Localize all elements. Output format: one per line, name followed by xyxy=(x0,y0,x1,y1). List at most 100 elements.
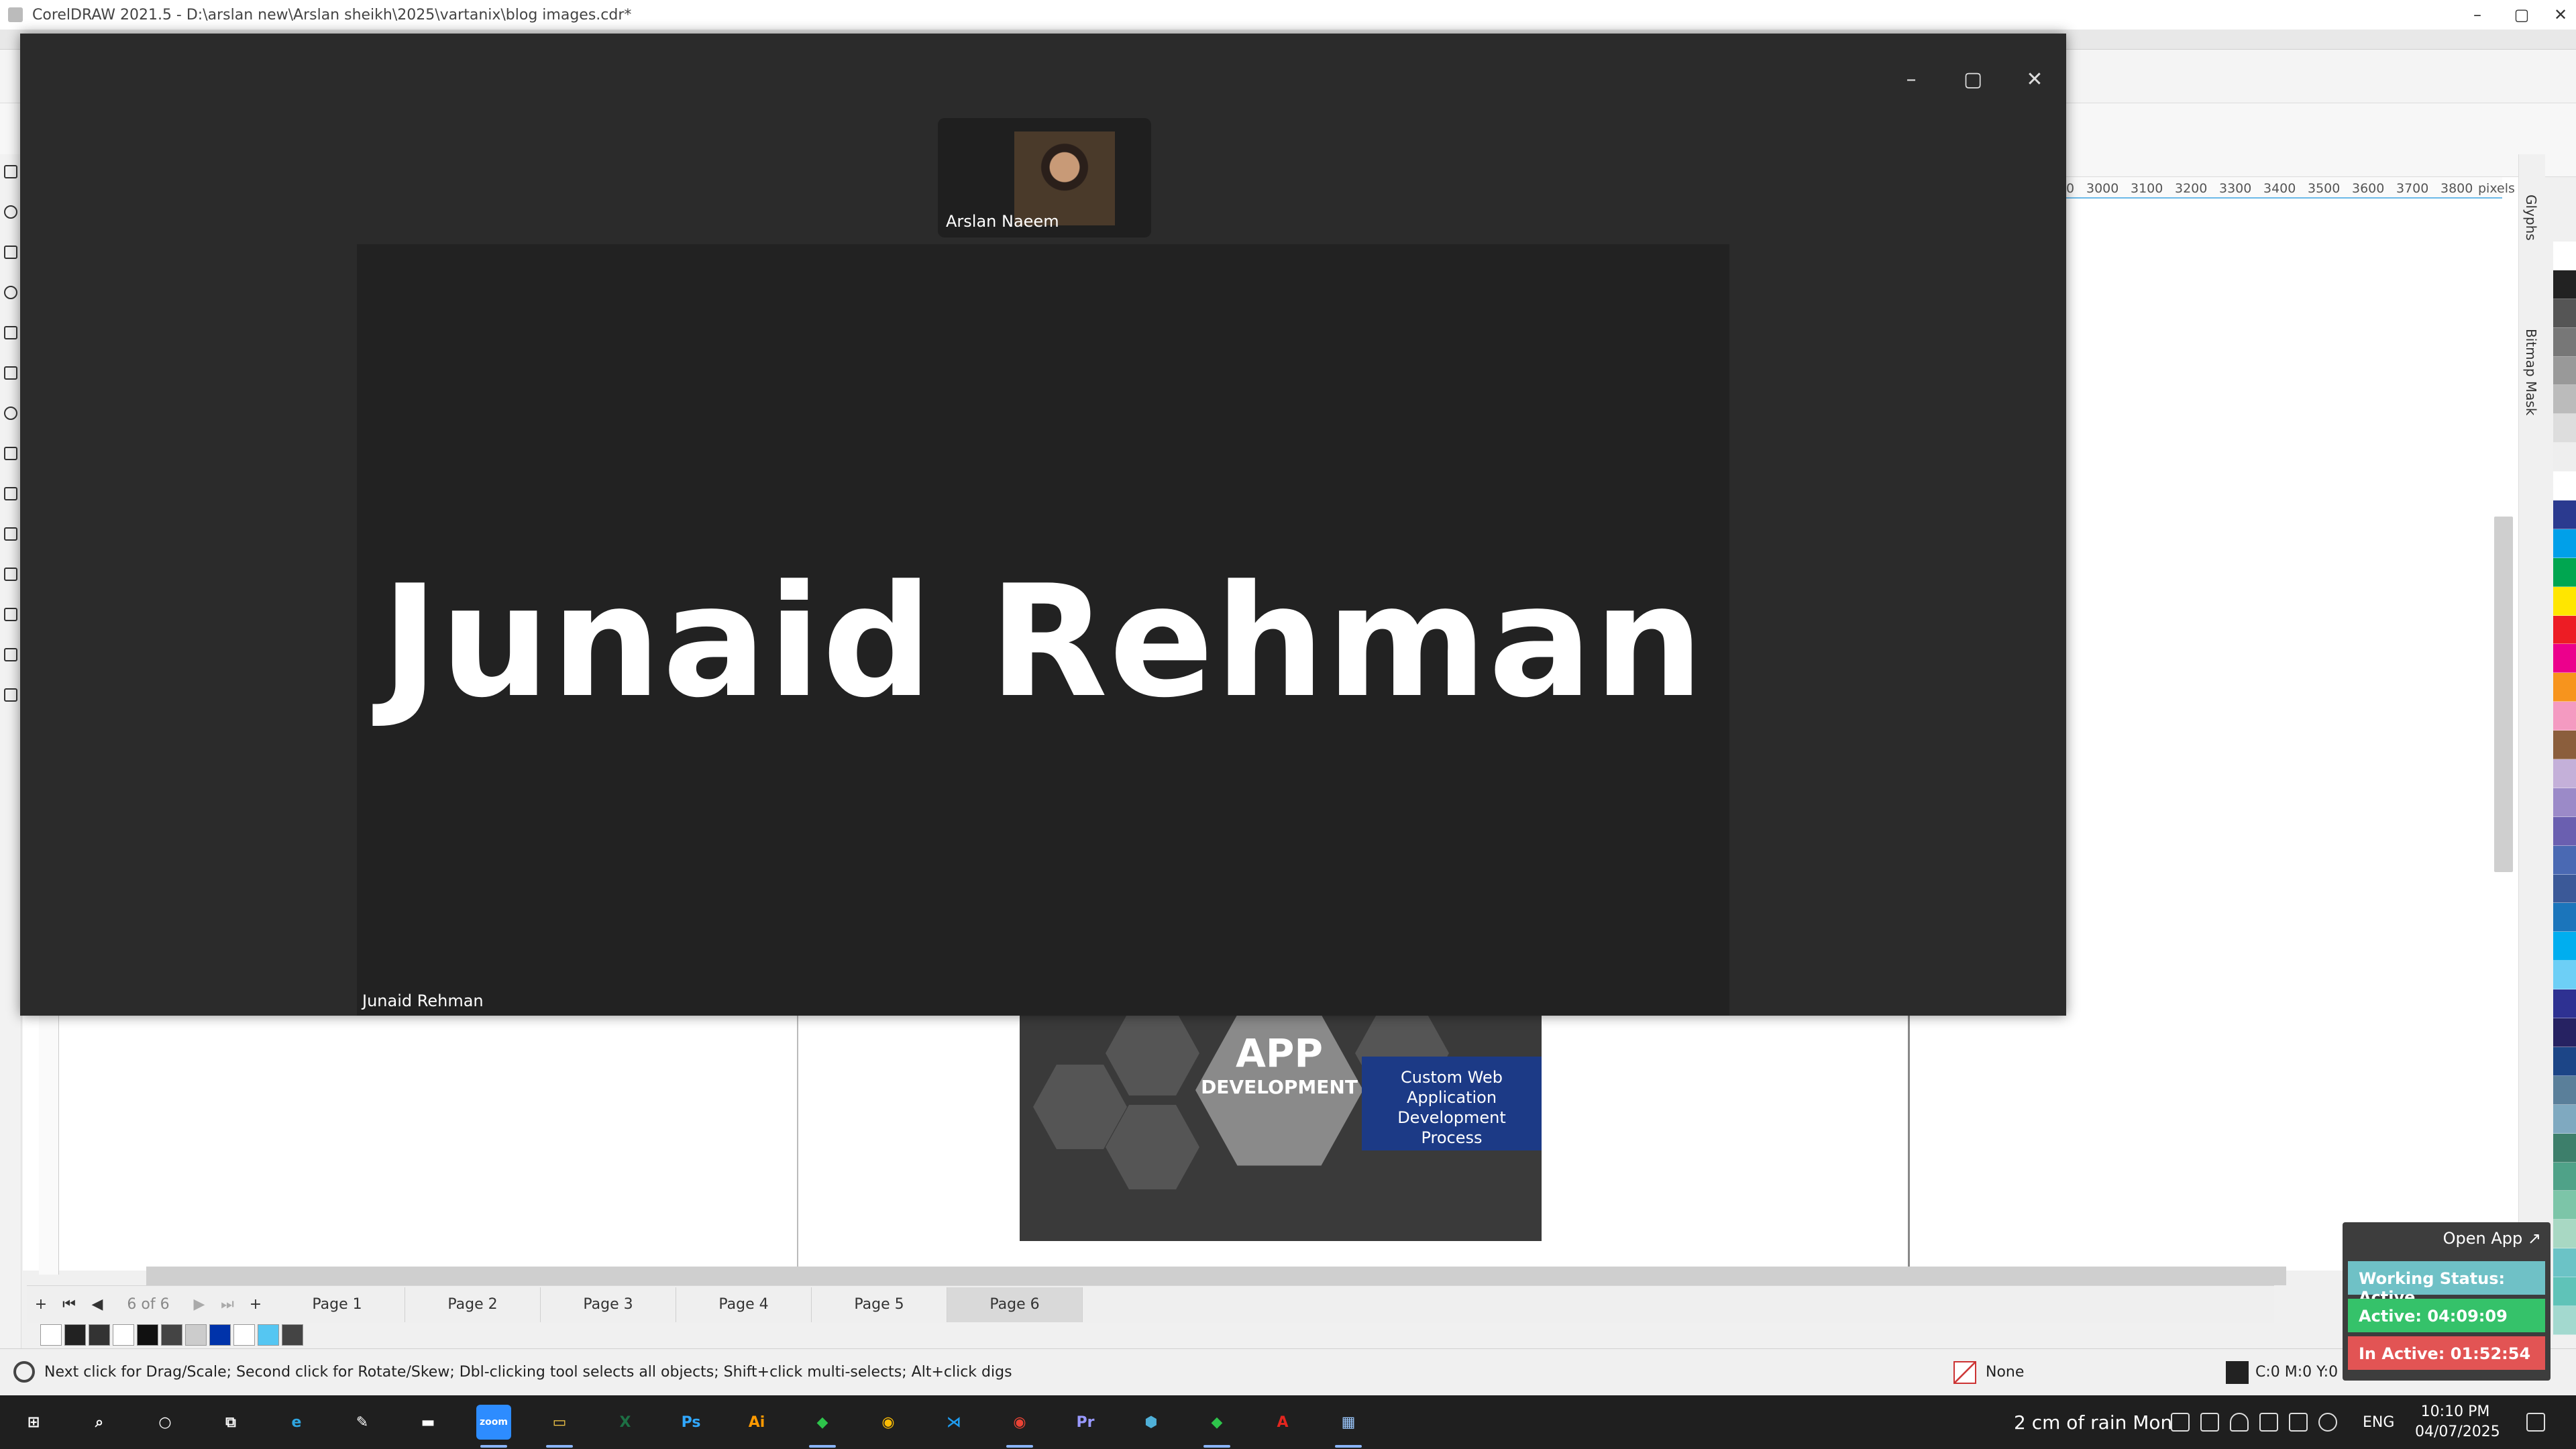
palette-swatch[interactable] xyxy=(2553,1046,2576,1076)
palette-swatch[interactable] xyxy=(2553,989,2576,1019)
gear-icon[interactable] xyxy=(13,1361,35,1383)
palette-swatch[interactable] xyxy=(2553,385,2576,415)
palette-swatch[interactable] xyxy=(2553,270,2576,299)
palette-swatch[interactable] xyxy=(2553,529,2576,558)
document-palette-swatch[interactable] xyxy=(209,1324,231,1346)
shadow-tool-icon[interactable] xyxy=(4,568,17,581)
document-palette-swatch[interactable] xyxy=(40,1324,62,1346)
chrome-profile-icon[interactable]: ◉ xyxy=(1002,1405,1037,1448)
palette-swatch[interactable] xyxy=(2553,1305,2576,1335)
document-palette-swatch[interactable] xyxy=(282,1324,303,1346)
palette-swatch[interactable] xyxy=(2553,788,2576,817)
zoom-close-button[interactable]: ✕ xyxy=(2011,59,2058,99)
palette-swatch[interactable] xyxy=(2553,759,2576,788)
document-palette-swatch[interactable] xyxy=(89,1324,110,1346)
connector-tool-icon[interactable] xyxy=(4,527,17,541)
document-palette-swatch[interactable] xyxy=(137,1324,158,1346)
coreldraw-icon[interactable]: ◆ xyxy=(805,1405,840,1448)
tab-page-1[interactable]: Page 1 xyxy=(270,1287,405,1322)
palette-swatch[interactable] xyxy=(2553,845,2576,875)
palette-swatch[interactable] xyxy=(2553,1018,2576,1047)
microphone-icon[interactable] xyxy=(2230,1413,2249,1432)
document-palette-swatch[interactable] xyxy=(161,1324,182,1346)
rectangle-tool-icon[interactable] xyxy=(4,366,17,380)
palette-swatch[interactable] xyxy=(2553,1104,2576,1134)
cd-close-button[interactable]: ✕ xyxy=(2538,0,2576,30)
coreldraw-2-icon[interactable]: ◆ xyxy=(1199,1405,1234,1448)
previous-page-icon[interactable]: ◀ xyxy=(83,1296,111,1313)
tab-page-3[interactable]: Page 3 xyxy=(541,1287,676,1322)
palette-swatch[interactable] xyxy=(2553,241,2576,270)
palette-swatch[interactable] xyxy=(2553,1075,2576,1105)
weather-widget[interactable]: 2 cm of rain Mon xyxy=(2014,1411,2172,1434)
add-page-before-icon[interactable]: + xyxy=(27,1296,55,1313)
app-development-artwork[interactable]: APP DEVELOPMENT Custom Web Application D… xyxy=(1020,1013,1542,1241)
task-view-icon[interactable]: ⧉ xyxy=(213,1405,248,1440)
start-icon[interactable]: ⊞ xyxy=(16,1405,51,1440)
palette-swatch[interactable] xyxy=(2553,472,2576,501)
text-tool-icon[interactable] xyxy=(4,487,17,500)
palette-swatch[interactable] xyxy=(2553,1248,2576,1278)
cd-restore-button[interactable]: ▢ xyxy=(2500,0,2544,30)
zoom-tool-icon[interactable] xyxy=(4,286,17,299)
next-page-icon[interactable]: ▶ xyxy=(185,1296,213,1313)
palette-swatch[interactable] xyxy=(2553,615,2576,645)
illustrator-icon[interactable]: Ai xyxy=(739,1405,774,1440)
palette-swatch[interactable] xyxy=(2553,299,2576,328)
horizontal-scrollbar[interactable] xyxy=(146,1267,2286,1285)
fill-tool-icon[interactable] xyxy=(4,688,17,702)
palette-swatch[interactable] xyxy=(2553,1162,2576,1191)
palette-swatch[interactable] xyxy=(2553,961,2576,990)
document-palette-swatch[interactable] xyxy=(113,1324,134,1346)
fill-none-icon[interactable] xyxy=(1953,1361,1976,1384)
participant-thumbnail[interactable]: Arslan Naeem xyxy=(938,118,1151,237)
crop-tool-icon[interactable] xyxy=(4,246,17,259)
language-indicator[interactable]: ENG xyxy=(2363,1414,2394,1431)
polygon-tool-icon[interactable] xyxy=(4,447,17,460)
premiere-icon[interactable]: Pr xyxy=(1068,1405,1103,1440)
freehand-tool-icon[interactable] xyxy=(4,326,17,339)
docker-tab-bitmap-mask[interactable]: Bitmap Mask xyxy=(2523,329,2539,415)
last-page-icon[interactable]: ⏭ xyxy=(213,1296,241,1313)
zoom-icon[interactable]: zoom xyxy=(476,1405,511,1448)
palette-swatch[interactable] xyxy=(2553,500,2576,529)
tray-device-icon[interactable] xyxy=(2259,1413,2278,1432)
color-palette[interactable] xyxy=(2553,241,2576,1335)
app-hex-icon[interactable]: ⬢ xyxy=(1134,1405,1169,1440)
file-explorer-icon[interactable]: ▭ xyxy=(542,1405,577,1448)
network-icon[interactable] xyxy=(2289,1413,2308,1432)
volume-icon[interactable] xyxy=(2318,1413,2337,1432)
search-icon[interactable]: ⌕ xyxy=(82,1405,117,1440)
vertical-scrollbar[interactable] xyxy=(2494,517,2513,872)
main-video-tile[interactable]: Junaid Rehman Junaid Rehman xyxy=(357,244,1729,1016)
palette-swatch[interactable] xyxy=(2553,673,2576,702)
palette-swatch[interactable] xyxy=(2553,1220,2576,1249)
palette-swatch[interactable] xyxy=(2553,1133,2576,1163)
open-app-link[interactable]: Open App ↗ xyxy=(2343,1222,2551,1252)
pen-app-icon[interactable]: ✎ xyxy=(345,1405,380,1440)
docker-tab-glyphs[interactable]: Glyphs xyxy=(2523,195,2539,241)
clock[interactable]: 10:10 PM 04/07/2025 xyxy=(2415,1402,2500,1442)
palette-swatch[interactable] xyxy=(2553,874,2576,904)
palette-swatch[interactable] xyxy=(2553,586,2576,616)
palette-swatch[interactable] xyxy=(2553,903,2576,932)
vscode-icon[interactable]: ⋊ xyxy=(936,1405,971,1440)
palette-swatch[interactable] xyxy=(2553,356,2576,386)
tab-page-5[interactable]: Page 5 xyxy=(812,1287,947,1322)
tab-page-6[interactable]: Page 6 xyxy=(947,1287,1083,1322)
acrobat-icon[interactable]: A xyxy=(1265,1405,1300,1440)
document-palette-swatch[interactable] xyxy=(185,1324,207,1346)
palette-swatch[interactable] xyxy=(2553,1277,2576,1306)
palette-swatch[interactable] xyxy=(2553,327,2576,357)
outline-color-swatch[interactable] xyxy=(2226,1361,2249,1384)
tab-page-2[interactable]: Page 2 xyxy=(405,1287,541,1322)
zoom-minimize-button[interactable]: – xyxy=(1888,59,1935,99)
edge-icon[interactable]: e xyxy=(279,1405,314,1440)
palette-swatch[interactable] xyxy=(2553,731,2576,760)
palette-swatch[interactable] xyxy=(2553,1191,2576,1220)
chrome-icon[interactable]: ◉ xyxy=(871,1405,906,1440)
notifications-icon[interactable] xyxy=(2526,1413,2545,1432)
document-palette-swatch[interactable] xyxy=(258,1324,279,1346)
tray-app-icon[interactable] xyxy=(2200,1413,2219,1432)
add-page-after-icon[interactable]: + xyxy=(241,1296,270,1313)
